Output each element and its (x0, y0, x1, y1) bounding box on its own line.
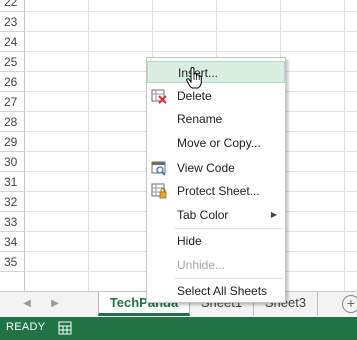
menu-item-label: Rename (177, 112, 223, 126)
row-header[interactable]: 29 (0, 132, 24, 152)
row-header[interactable]: 25 (0, 52, 24, 72)
row-header[interactable]: 28 (0, 112, 24, 132)
new-sheet-button[interactable]: + (342, 295, 357, 313)
menu-item-tab-color[interactable]: Tab Color ▶ (147, 204, 285, 226)
row-header[interactable]: 30 (0, 152, 24, 172)
menu-item-label: Hide (177, 234, 202, 248)
protect-sheet-icon (151, 183, 167, 199)
menu-item-move-copy[interactable]: Move or Copy... (147, 132, 285, 154)
menu-item-delete[interactable]: Delete (147, 85, 285, 107)
status-mode: READY (6, 321, 46, 333)
scroll-tabs-right-icon[interactable]: ▶ (48, 297, 62, 311)
view-code-icon (151, 161, 166, 176)
gridline (25, 31, 357, 32)
menu-item-protect-sheet[interactable]: Protect Sheet... (147, 180, 285, 202)
hand-cursor-icon (186, 67, 202, 89)
gridline (88, 0, 89, 291)
menu-item-hide[interactable]: Hide (147, 230, 285, 252)
menu-item-label: Tab Color (177, 208, 229, 222)
menu-separator (175, 278, 283, 279)
menu-item-label: View Code (177, 161, 235, 175)
menu-item-view-code[interactable]: View Code (147, 157, 285, 179)
macro-record-icon[interactable] (58, 321, 72, 335)
row-header-divider (24, 0, 25, 291)
menu-item-label: Unhide... (177, 258, 226, 272)
gridline (25, 51, 357, 52)
menu-item-rename[interactable]: Rename (147, 108, 285, 130)
row-header[interactable]: 23 (0, 12, 24, 32)
menu-item-label: Select All Sheets (177, 284, 268, 298)
menu-item-select-all-sheets[interactable]: Select All Sheets (147, 280, 285, 302)
menu-item-label: Move or Copy... (177, 136, 261, 150)
status-bar: READY (0, 317, 357, 340)
row-header[interactable]: 31 (0, 172, 24, 192)
menu-item-unhide: Unhide... (147, 254, 285, 276)
row-header[interactable]: 35 (0, 252, 24, 272)
sheet-context-menu: Insert... Delete Rename Move or Copy... … (146, 57, 286, 303)
row-header[interactable]: 26 (0, 72, 24, 92)
row-header[interactable]: 32 (0, 192, 24, 212)
row-header[interactable]: 24 (0, 32, 24, 52)
row-header[interactable]: 27 (0, 92, 24, 112)
menu-item-label: Protect Sheet... (177, 184, 260, 198)
row-header[interactable]: 34 (0, 232, 24, 252)
menu-separator (175, 228, 283, 229)
gridline (344, 0, 345, 291)
row-header[interactable]: 22 (0, 0, 24, 12)
menu-item-insert[interactable]: Insert... (147, 61, 285, 83)
delete-sheet-icon (151, 89, 167, 104)
row-header[interactable]: 33 (0, 212, 24, 232)
gridline (25, 11, 357, 12)
submenu-arrow-icon: ▶ (270, 210, 277, 219)
scroll-tabs-left-icon[interactable]: ◀ (20, 297, 34, 311)
